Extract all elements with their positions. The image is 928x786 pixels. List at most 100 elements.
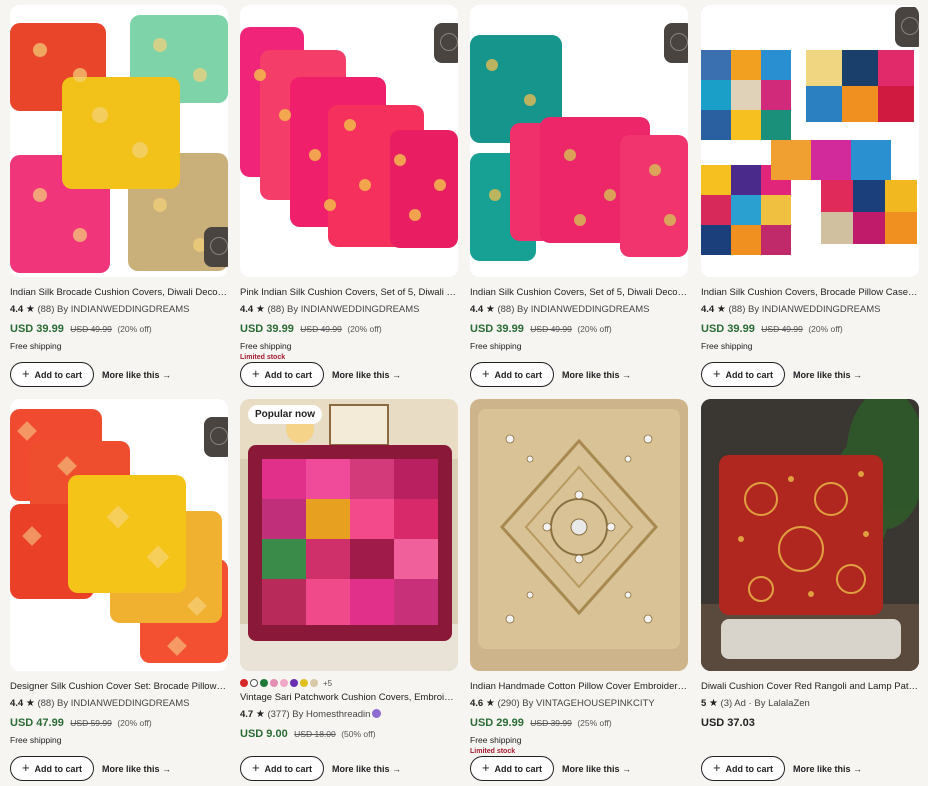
cushion-image: [10, 5, 228, 277]
listing-image[interactable]: [10, 5, 228, 277]
add-to-cart-button[interactable]: + Add to cart: [240, 756, 324, 781]
favorite-button[interactable]: [204, 417, 228, 457]
favorite-button[interactable]: [895, 7, 919, 47]
more-like-this-link[interactable]: More like this →: [793, 370, 862, 380]
seller-name: By INDIANWEDDINGDREAMS: [287, 304, 420, 315]
listing-title[interactable]: Designer Silk Cushion Cover Set: Brocade…: [10, 681, 228, 693]
heart-icon: [210, 237, 228, 255]
seller-name: By LalalaZen: [754, 698, 810, 709]
listing-rating: 4.4 ★ (88) By INDIANWEDDINGDREAMS: [10, 304, 190, 315]
listing-image[interactable]: [701, 5, 919, 277]
popular-badge: Popular now: [248, 405, 322, 424]
seller-name: By INDIANWEDDINGDREAMS: [517, 304, 650, 315]
listing-title[interactable]: Indian Silk Cushion Covers, Set of 5, Di…: [470, 287, 688, 299]
listing-title[interactable]: Indian Silk Cushion Covers, Brocade Pill…: [701, 287, 919, 299]
listing-title[interactable]: Diwali Cushion Cover Red Rangoli and Lam…: [701, 681, 919, 693]
shipping-label: Free shipping: [10, 341, 62, 351]
price-row: USD 39.99 USD 49.99 (20% off): [470, 323, 612, 335]
arrow-right-icon: →: [392, 369, 402, 380]
listing-card[interactable]: Designer Silk Cushion Cover Set: Brocade…: [10, 399, 228, 781]
listing-card[interactable]: Indian Silk Cushion Covers, Brocade Pill…: [701, 5, 919, 387]
plus-icon: +: [712, 760, 721, 775]
listing-image[interactable]: [240, 5, 458, 277]
listing-card[interactable]: Pink Indian Silk Cushion Covers, Set of …: [240, 5, 458, 387]
arrow-right-icon: →: [622, 763, 632, 774]
plus-icon: +: [251, 760, 260, 775]
plus-icon: +: [481, 760, 490, 775]
cushion-image: [240, 5, 458, 277]
price-row: USD 29.99 USD 39.99 (25% off): [470, 717, 612, 729]
star-icon: ★: [716, 304, 726, 315]
more-like-this-link[interactable]: More like this →: [102, 764, 171, 774]
more-swatches-count: +5: [323, 678, 333, 688]
favorite-button[interactable]: [434, 23, 458, 63]
add-to-cart-button[interactable]: + Add to cart: [701, 756, 785, 781]
price-row: USD 37.03: [701, 717, 755, 729]
more-like-this-link[interactable]: More like this →: [562, 370, 631, 380]
add-to-cart-button[interactable]: + Add to cart: [10, 756, 94, 781]
seller-name: By VINTAGEHOUSEPINKCITY: [522, 698, 655, 709]
listing-card[interactable]: Indian Silk Brocade Cushion Covers, Diwa…: [10, 5, 228, 387]
listing-image[interactable]: [470, 5, 688, 277]
cushion-image: [470, 399, 688, 671]
listing-rating: 4.4 ★ (88) By INDIANWEDDINGDREAMS: [701, 304, 881, 315]
listing-card[interactable]: Indian Handmade Cotton Pillow Cover Embr…: [470, 399, 688, 781]
more-like-this-link[interactable]: More like this →: [562, 764, 631, 774]
color-swatch[interactable]: [250, 679, 258, 687]
favorite-button[interactable]: [204, 227, 228, 267]
cushion-image: [701, 5, 919, 277]
color-swatch[interactable]: [310, 679, 318, 687]
add-to-cart-button[interactable]: + Add to cart: [240, 362, 324, 387]
listing-title[interactable]: Vintage Sari Patchwork Cushion Covers, E…: [240, 692, 458, 704]
more-like-this-link[interactable]: More like this →: [332, 370, 401, 380]
color-swatch[interactable]: [290, 679, 298, 687]
listing-image[interactable]: Popular now: [240, 399, 458, 671]
color-swatch[interactable]: [270, 679, 278, 687]
color-swatch[interactable]: [300, 679, 308, 687]
price-row: USD 9.00 USD 18.00 (50% off): [240, 728, 376, 740]
star-icon: ★: [708, 698, 718, 709]
star-icon: ★: [485, 698, 495, 709]
star-icon: ★: [25, 698, 35, 709]
more-like-this-link[interactable]: More like this →: [332, 764, 401, 774]
shipping-label: Free shipping: [240, 341, 292, 351]
favorite-button[interactable]: [664, 23, 688, 63]
shipping-label: Free shipping: [701, 341, 753, 351]
more-like-this-link[interactable]: More like this →: [793, 764, 862, 774]
listing-rating: 5 ★ (3) Ad · By LalalaZen: [701, 698, 810, 709]
price-row: USD 39.99 USD 49.99 (20% off): [240, 323, 382, 335]
listing-image[interactable]: [10, 399, 228, 671]
listing-title[interactable]: Indian Silk Brocade Cushion Covers, Diwa…: [10, 287, 228, 299]
listing-image[interactable]: [701, 399, 919, 671]
listing-rating: 4.4 ★ (88) By INDIANWEDDINGDREAMS: [10, 698, 190, 709]
listing-card[interactable]: Indian Silk Cushion Covers, Set of 5, Di…: [470, 5, 688, 387]
cushion-image: [701, 399, 919, 671]
plus-icon: +: [712, 366, 721, 381]
arrow-right-icon: →: [853, 763, 863, 774]
heart-icon: [670, 33, 688, 51]
listing-card[interactable]: Popular now +5 Vintage Sari Patchwork Cu…: [240, 399, 458, 781]
color-swatch[interactable]: [280, 679, 288, 687]
color-swatch[interactable]: [240, 679, 248, 687]
listing-card[interactable]: Diwali Cushion Cover Red Rangoli and Lam…: [701, 399, 919, 781]
add-to-cart-button[interactable]: + Add to cart: [470, 756, 554, 781]
ad-label: Ad ·: [734, 698, 752, 709]
more-like-this-link[interactable]: More like this →: [102, 370, 171, 380]
add-to-cart-button[interactable]: + Add to cart: [470, 362, 554, 387]
cushion-image: [470, 5, 688, 277]
shipping-label: Free shipping: [470, 341, 522, 351]
plus-icon: +: [21, 366, 30, 381]
seller-name: By INDIANWEDDINGDREAMS: [748, 304, 881, 315]
listing-image[interactable]: [470, 399, 688, 671]
listing-title[interactable]: Indian Handmade Cotton Pillow Cover Embr…: [470, 681, 688, 693]
heart-icon: [210, 427, 228, 445]
star-icon: ★: [255, 709, 265, 720]
color-swatch[interactable]: [260, 679, 268, 687]
add-to-cart-button[interactable]: + Add to cart: [10, 362, 94, 387]
star-icon: ★: [25, 304, 35, 315]
arrow-right-icon: →: [853, 369, 863, 380]
arrow-right-icon: →: [622, 369, 632, 380]
listing-title[interactable]: Pink Indian Silk Cushion Covers, Set of …: [240, 287, 458, 299]
color-swatches[interactable]: +5: [240, 678, 458, 688]
add-to-cart-button[interactable]: + Add to cart: [701, 362, 785, 387]
